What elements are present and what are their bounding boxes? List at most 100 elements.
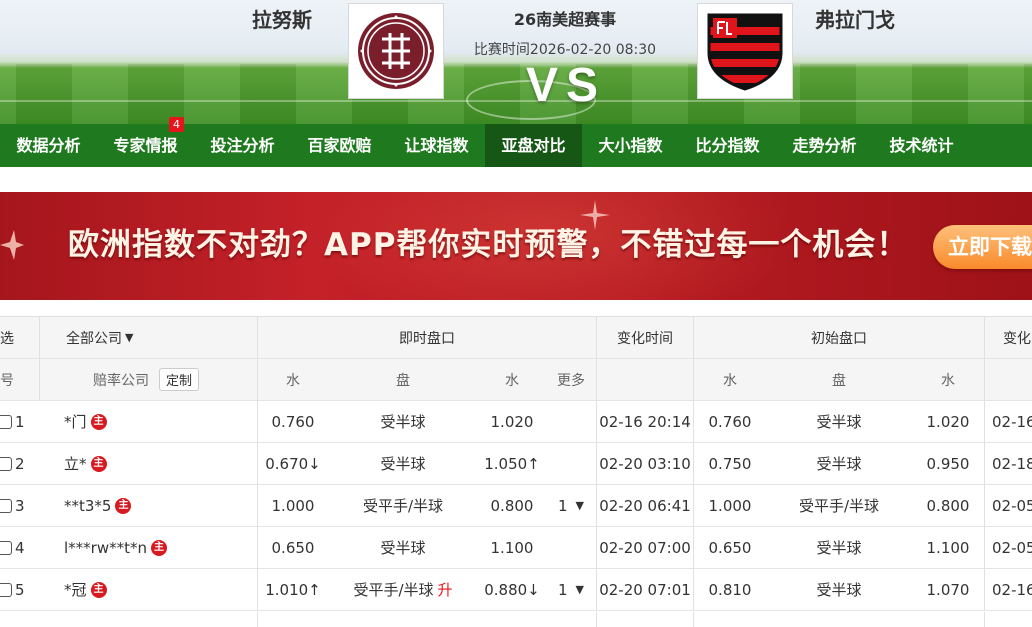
water-cell: 1.010↑ xyxy=(265,580,321,599)
zhu-badge-icon: 主 xyxy=(115,497,132,514)
initial-water-cell: 0.650 xyxy=(708,538,752,557)
initial-water-cell: 1.020 xyxy=(926,412,970,431)
water-header: 水 xyxy=(286,372,300,389)
initial-handicap-cell: 受半球 xyxy=(816,581,862,599)
row-checkbox[interactable] xyxy=(0,414,12,429)
filter-header[interactable]: 筛选 xyxy=(0,317,40,358)
initial-water-cell: 0.950 xyxy=(926,454,970,473)
banner-text: 欧洲指数不对劲？APP帮你实时预警，不错过每一个机会！ xyxy=(68,227,909,263)
company-cell[interactable]: *冠主 xyxy=(64,569,254,610)
company-cell[interactable]: l***rw**t*n 主 xyxy=(64,527,254,568)
nav-label: 投注分析 xyxy=(210,136,275,155)
table-row[interactable]: 3 **t3*5 主 1.000 受平手/半球 0.800 1 ▼ 02-20 06… xyxy=(0,485,1032,527)
initial-handicap-cell: 受半球 xyxy=(816,455,862,473)
handicap-cell: 受半球 xyxy=(380,455,426,473)
table-row-partial xyxy=(0,612,1032,627)
away-team-logo[interactable] xyxy=(697,3,793,99)
change-time-cell: 02-20 07:00 xyxy=(599,538,691,557)
nav-label: 比分指数 xyxy=(695,136,760,155)
initial-water-header: 水 xyxy=(723,372,737,389)
company-cell[interactable]: 立* 主 xyxy=(64,443,254,484)
nav-data-analysis[interactable]: 数据分析 xyxy=(0,124,97,167)
flamengo-crest-icon xyxy=(707,13,783,91)
handicap-header: 盘 xyxy=(396,372,410,389)
water-cell: 1.100 xyxy=(490,538,534,557)
change-time-cell-2: 02-18 xyxy=(992,454,1032,473)
company-select[interactable]: 全部公司 ▼ xyxy=(66,317,256,358)
nav-betting-analysis[interactable]: 投注分析 xyxy=(194,124,291,167)
water-cell: 1.020 xyxy=(490,412,534,431)
nav-label: 百家欧赔 xyxy=(307,136,372,155)
company-cell[interactable]: *门主 xyxy=(64,401,254,442)
water-cell: 0.760 xyxy=(271,412,315,431)
nav-over-under[interactable]: 大小指数 xyxy=(582,124,679,167)
handicap-cell: 受平手/半球 xyxy=(362,497,444,515)
row-checkbox[interactable] xyxy=(0,498,12,513)
promo-banner[interactable]: 欧洲指数不对劲？APP帮你实时预警，不错过每一个机会！ 立即下载 xyxy=(0,192,1032,300)
change-time-cell-2: 02-16 xyxy=(992,580,1032,599)
change-time-header: 变化时间 xyxy=(617,330,673,347)
row-checkbox[interactable] xyxy=(0,456,12,471)
nav-label: 让球指数 xyxy=(404,136,469,155)
row-index: 3 xyxy=(0,485,40,526)
handicap-cell: 受平手/半球升 xyxy=(353,581,453,599)
download-app-button[interactable]: 立即下载 xyxy=(933,225,1032,269)
nav-handicap-index[interactable]: 让球指数 xyxy=(388,124,485,167)
asian-handicap-table: 筛选 全部公司▼ 即时盘口 变化时间 初始盘口 变化 序号 赔率公司定制 水 盘… xyxy=(0,316,1032,627)
nav-label: 走势分析 xyxy=(792,136,857,155)
nav-asian-handicap[interactable]: 亚盘对比 xyxy=(485,124,582,167)
row-checkbox[interactable] xyxy=(0,540,12,555)
company-cell[interactable]: **t3*5 主 xyxy=(64,485,254,526)
nav-euro-odds[interactable]: 百家欧赔 xyxy=(291,124,388,167)
nav-label: 大小指数 xyxy=(598,136,663,155)
zhu-badge-icon: 主 xyxy=(90,581,107,598)
table-header-row-2: 序号 赔率公司定制 水 盘 水 更多 水 盘 水 xyxy=(0,359,1032,401)
home-team-logo[interactable] xyxy=(348,3,444,99)
dropdown-caret-icon: ▼ xyxy=(125,331,134,344)
dropdown-caret-icon: ▼ xyxy=(575,499,584,512)
table-row[interactable]: 5 *冠主 1.010↑ 受平手/半球升 0.880↓ 1 ▼ 02-20 07:… xyxy=(0,569,1032,611)
league-title: 26南美超赛事 xyxy=(513,10,617,29)
nav-label: 数据分析 xyxy=(16,136,81,155)
nav-score-index[interactable]: 比分指数 xyxy=(679,124,776,167)
row-index: 4 xyxy=(0,527,40,568)
initial-water-cell: 1.070 xyxy=(926,580,970,599)
index-header: 序号 xyxy=(0,372,14,389)
away-team-name[interactable]: 弗拉门戈 xyxy=(815,4,895,33)
table-row[interactable]: 4 l***rw**t*n 主 0.650 受半球 1.100 02-20 07:… xyxy=(0,527,1032,569)
more-header: 更多 xyxy=(557,372,585,389)
water-cell: 0.800 xyxy=(490,496,534,515)
handicap-cell: 受半球 xyxy=(380,539,426,557)
initial-water-cell: 0.760 xyxy=(708,412,752,431)
nav-tech-stats[interactable]: 技术统计 xyxy=(873,124,970,167)
zhu-badge-icon: 主 xyxy=(90,455,107,472)
notification-badge: 4 xyxy=(169,117,184,132)
company-header: 赔率公司 定制 xyxy=(93,359,253,400)
match-header: 拉努斯 26南美超赛事 比赛时间2026-02-20 08:30 VS 弗拉门戈 xyxy=(0,0,1032,124)
change-time-cell: 02-20 07:01 xyxy=(599,580,691,599)
more-dropdown[interactable]: 1 ▼ xyxy=(546,569,596,610)
table-row[interactable]: 2 立* 主 0.670↓ 受半球 1.050↑ 02-20 03:10 0.75… xyxy=(0,443,1032,485)
rise-tag: 升 xyxy=(437,581,453,599)
water-cell: 0.650 xyxy=(271,538,315,557)
change-time-cell-2: 02-05 xyxy=(992,496,1032,515)
customize-button[interactable]: 定制 xyxy=(159,368,200,391)
zhu-badge-icon: 主 xyxy=(90,413,107,430)
initial-odds-header: 初始盘口 xyxy=(811,330,867,347)
change-time-cell-2: 02-05 xyxy=(992,538,1032,557)
initial-water-cell: 1.000 xyxy=(708,496,752,515)
zhu-badge-icon: 主 xyxy=(151,539,167,556)
table-header-row-1: 筛选 全部公司▼ 即时盘口 变化时间 初始盘口 变化 xyxy=(0,316,1032,359)
home-team-name[interactable]: 拉努斯 xyxy=(252,4,312,33)
handicap-cell: 受半球 xyxy=(380,413,426,431)
initial-handicap-cell: 受半球 xyxy=(816,413,862,431)
table-row[interactable]: 1 *门主 0.760 受半球 1.020 02-16 20:14 0.760 … xyxy=(0,401,1032,443)
change-time-header-2: 变化 xyxy=(1003,330,1031,347)
row-checkbox[interactable] xyxy=(0,582,12,597)
more-dropdown[interactable]: 1 ▼ xyxy=(546,485,596,526)
match-time: 比赛时间2026-02-20 08:30 xyxy=(473,42,657,58)
nav-trend-analysis[interactable]: 走势分析 xyxy=(776,124,873,167)
water-cell: 1.050↑ xyxy=(484,454,540,473)
initial-water-header: 水 xyxy=(941,372,955,389)
nav-expert-intel[interactable]: 专家情报 4 xyxy=(97,117,194,167)
